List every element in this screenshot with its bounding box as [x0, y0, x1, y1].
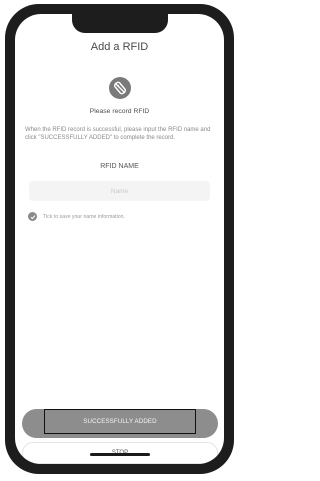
- instructions-text: When the RFID record is successful, plea…: [25, 127, 211, 141]
- rfid-name-input[interactable]: [29, 181, 210, 201]
- save-name-label: Tick to save your name information.: [43, 213, 125, 220]
- page-title: Add a RFID: [90, 41, 149, 53]
- successfully-added-button[interactable]: SUCCESSFULLY ADDED: [22, 409, 218, 438]
- home-indicator: [89, 453, 150, 456]
- checkmark-icon[interactable]: [28, 212, 37, 221]
- rfid-tag-icon: [108, 77, 131, 99]
- successfully-added-label: SUCCESSFULLY ADDED: [44, 409, 196, 434]
- record-heading: Please record RFID: [89, 108, 150, 115]
- rfid-name-label: RFID NAME: [100, 163, 139, 170]
- save-name-option[interactable]: Tick to save your name information.: [28, 212, 125, 221]
- phone-notch: [71, 14, 168, 33]
- phone-frame: Add a RFID Please record RFID When the R…: [5, 4, 234, 474]
- app-screen: Add a RFID Please record RFID When the R…: [15, 14, 224, 464]
